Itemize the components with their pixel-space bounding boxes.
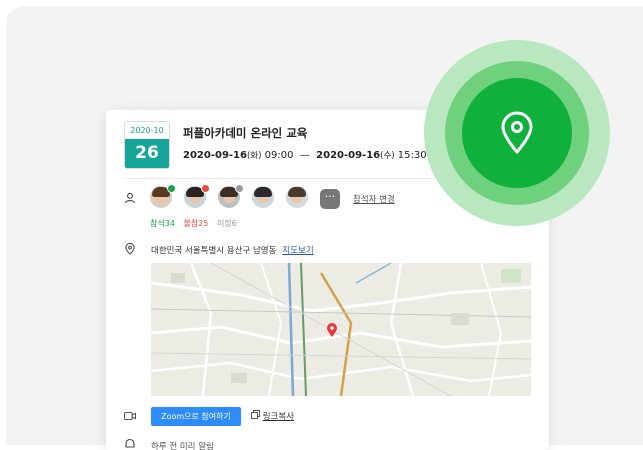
time-separator: — — [299, 150, 310, 161]
date-day: 26 — [125, 139, 169, 168]
participant-avatar[interactable] — [286, 186, 308, 208]
date-month: 2020-10 — [130, 126, 164, 135]
person-icon — [124, 192, 136, 204]
map-view[interactable] — [151, 263, 531, 396]
address-line: 대한민국 서울특별시 용산구 남영동 지도보기 — [151, 244, 314, 256]
attend-count: 참석34 — [150, 219, 175, 228]
participant-avatar[interactable] — [252, 186, 274, 208]
location-pin-icon — [125, 243, 135, 255]
start-date: 2020-09-16 — [183, 150, 247, 161]
event-time-range: 2020-09-16(화) 09:00 — 2020-09-16(수) 15:3… — [183, 149, 427, 161]
change-participants-link[interactable]: 참석자 변경 — [353, 193, 395, 205]
start-day-of-week: (화) — [246, 151, 262, 161]
end-date: 2020-09-16 — [316, 150, 381, 161]
event-title: 퍼플아카데미 온라인 교육 — [183, 126, 308, 140]
end-day-of-week: (수) — [380, 151, 395, 161]
status-dot-absent — [201, 184, 210, 193]
map-marker-icon — [327, 323, 337, 337]
start-time: 09:00 — [264, 150, 294, 161]
more-participants-button[interactable]: ··· — [320, 189, 340, 209]
location-badge — [462, 78, 572, 188]
map-graphic — [151, 263, 531, 396]
view-map-link[interactable]: 지도보기 — [282, 246, 313, 256]
video-camera-icon — [124, 412, 136, 420]
end-time: 15:30 — [397, 150, 427, 161]
location-pin-icon — [501, 111, 533, 154]
status-dot-undecided — [235, 184, 244, 193]
status-dot-attend — [167, 184, 176, 193]
bell-icon — [125, 438, 135, 448]
copy-icon — [251, 410, 260, 419]
attendance-counts: 참석34 불참25 미정6 — [150, 218, 243, 229]
copy-link-button[interactable]: 링크복사 — [251, 410, 294, 422]
join-zoom-button[interactable]: Zoom으로 참여하기 — [151, 407, 241, 426]
address-text: 대한민국 서울특별시 용산구 남영동 — [151, 246, 277, 256]
absent-count: 불참25 — [183, 219, 209, 228]
date-badge: 2020-10 26 — [124, 121, 170, 169]
copy-link-label: 링크복사 — [262, 412, 294, 422]
undecided-count: 미정6 — [216, 219, 237, 228]
reminder-text: 하루 전 미리 알림 — [151, 442, 214, 450]
